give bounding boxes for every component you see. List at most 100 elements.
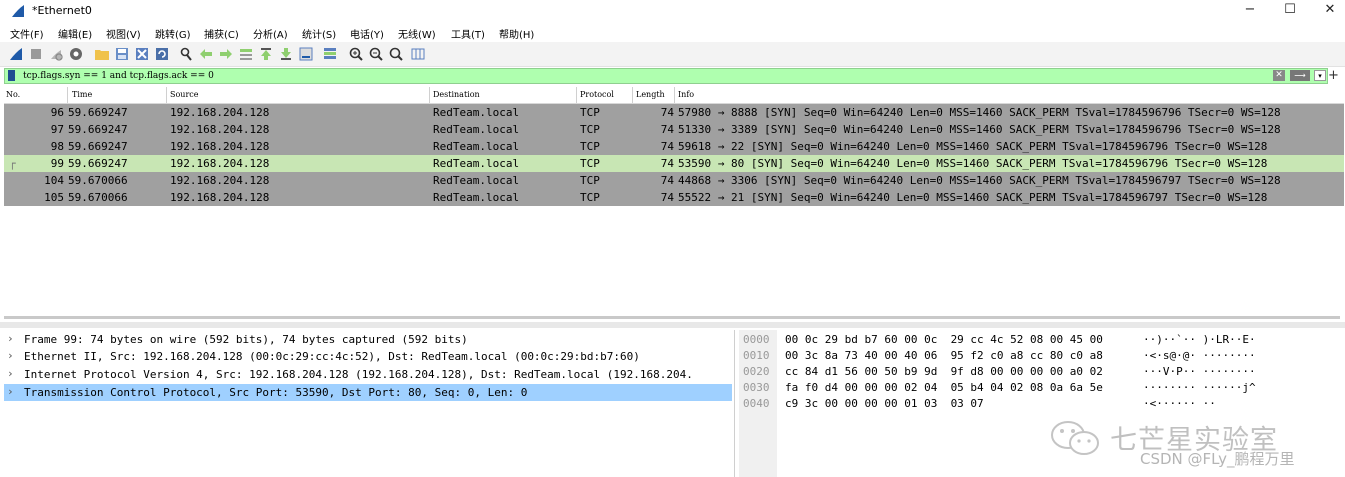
packet-info: 57980 → 8888 [SYN] Seq=0 Win=64240 Len=0… (678, 106, 1281, 119)
close-file-icon[interactable] (134, 46, 150, 62)
watermark-author: CSDN @FLy_鹏程万里 (1140, 450, 1295, 468)
stop-capture-icon[interactable] (28, 46, 44, 62)
menu-capture[interactable]: 捕获(C) (204, 26, 239, 41)
menu-analyze[interactable]: 分析(A) (253, 26, 288, 41)
chevron-right-icon[interactable]: › (7, 385, 14, 398)
bytes-row[interactable]: 0040 c9 3c 00 00 00 00 01 03 03 07 ·<···… (739, 395, 1216, 410)
packet-time: 59.669247 (68, 157, 128, 170)
colorize-icon[interactable] (322, 46, 338, 62)
packet-time: 59.670066 (68, 174, 128, 187)
packet-info: 59618 → 22 [SYN] Seq=0 Win=64240 Len=0 M… (678, 140, 1268, 153)
bytes-row[interactable]: 0010 00 3c 8a 73 40 00 40 06 95 f2 c0 a8… (739, 347, 1256, 362)
window-title: *Ethernet0 (32, 4, 92, 17)
packet-destination: RedTeam.local (433, 106, 520, 119)
chevron-right-icon[interactable]: › (7, 332, 14, 345)
pane-splitter[interactable] (0, 322, 1345, 328)
packet-list: 96 59.669247 192.168.204.128 RedTeam.loc… (4, 104, 1344, 314)
packet-no: 105 (44, 191, 64, 204)
menu-tools[interactable]: 工具(T) (451, 26, 485, 41)
packet-row[interactable]: 104 59.670066 192.168.204.128 RedTeam.lo… (4, 172, 1344, 189)
packet-protocol: TCP (580, 174, 600, 187)
bytes-offset: 0030 (743, 381, 770, 394)
column-header-length[interactable]: Length (636, 90, 665, 99)
column-header-source[interactable]: Source (170, 90, 199, 99)
start-capture-icon[interactable] (8, 46, 24, 62)
packet-row[interactable]: 98 59.669247 192.168.204.128 RedTeam.loc… (4, 138, 1344, 155)
main-toolbar (0, 42, 1345, 67)
clear-filter-icon[interactable]: ✕ (1273, 70, 1285, 81)
packet-source: 192.168.204.128 (170, 140, 270, 153)
packet-row[interactable]: 105 59.670066 192.168.204.128 RedTeam.lo… (4, 189, 1344, 206)
packet-protocol: TCP (580, 140, 600, 153)
packet-destination: RedTeam.local (433, 157, 520, 170)
packet-no: 96 (50, 106, 64, 119)
bytes-hex: fa f0 d4 00 00 00 02 04 05 b4 04 02 08 0… (785, 381, 1103, 394)
chevron-right-icon[interactable]: › (7, 367, 14, 380)
column-header-time[interactable]: Time (72, 90, 92, 99)
minimize-button[interactable]: − (1230, 0, 1270, 22)
bytes-ascii: ········ ······j^ (1143, 381, 1256, 394)
detail-tree-item-ethernet[interactable]: › Ethernet II, Src: 192.168.204.128 (00:… (4, 348, 732, 365)
filter-history-dropdown-icon[interactable]: ▾ (1314, 70, 1326, 81)
back-icon[interactable] (198, 46, 214, 62)
bytes-row[interactable]: 0030 fa f0 d4 00 00 00 02 04 05 b4 04 02… (739, 379, 1256, 394)
column-header-info[interactable]: Info (678, 90, 694, 99)
packet-list-horizontal-scrollbar[interactable] (4, 316, 1340, 319)
last-packet-icon[interactable] (278, 46, 294, 62)
packet-length: 74 (660, 106, 674, 119)
display-filter-input[interactable] (23, 69, 1253, 83)
capture-options-icon[interactable] (68, 46, 84, 62)
packet-row-selected[interactable]: ┌ 99 59.669247 192.168.204.128 RedTeam.l… (4, 155, 1344, 172)
bookmark-icon[interactable] (8, 70, 15, 81)
detail-tree-item-label: Frame 99: 74 bytes on wire (592 bits), 7… (24, 333, 468, 346)
chevron-right-icon[interactable]: › (7, 349, 14, 362)
detail-tree-item-ipv4[interactable]: › Internet Protocol Version 4, Src: 192.… (4, 366, 732, 383)
detail-tree-item-label: Ethernet II, Src: 192.168.204.128 (00:0c… (24, 350, 640, 363)
bytes-offset: 0000 (743, 333, 770, 346)
close-button[interactable]: ✕ (1310, 0, 1345, 22)
detail-tree-item-tcp[interactable]: › Transmission Control Protocol, Src Por… (4, 384, 732, 401)
menu-telephony[interactable]: 电话(Y) (350, 26, 384, 41)
packet-destination: RedTeam.local (433, 174, 520, 187)
menu-file[interactable]: 文件(F) (10, 26, 44, 41)
menu-statistics[interactable]: 统计(S) (302, 26, 336, 41)
column-header-destination[interactable]: Destination (433, 90, 480, 99)
resize-columns-icon[interactable] (410, 46, 426, 62)
packet-row[interactable]: 97 59.669247 192.168.204.128 RedTeam.loc… (4, 121, 1344, 138)
save-file-icon[interactable] (114, 46, 130, 62)
go-to-packet-icon[interactable] (238, 46, 254, 62)
apply-filter-icon[interactable]: ⟶ (1290, 70, 1310, 81)
column-header-no[interactable]: No. (6, 90, 20, 99)
zoom-in-icon[interactable] (348, 46, 364, 62)
bytes-row[interactable]: 0020 cc 84 d1 56 00 50 b9 9d 9f d8 00 00… (739, 363, 1256, 378)
menu-edit[interactable]: 编辑(E) (58, 26, 92, 41)
reload-icon[interactable] (154, 46, 170, 62)
normal-size-icon[interactable] (388, 46, 404, 62)
column-header-protocol[interactable]: Protocol (580, 90, 614, 99)
packet-info: 53590 → 80 [SYN] Seq=0 Win=64240 Len=0 M… (678, 157, 1268, 170)
packet-details-pane: › Frame 99: 74 bytes on wire (592 bits),… (4, 330, 735, 477)
menu-view[interactable]: 视图(V) (106, 26, 141, 41)
packet-time: 59.669247 (68, 123, 128, 136)
restart-capture-icon[interactable] (48, 46, 64, 62)
menu-help[interactable]: 帮助(H) (499, 26, 534, 41)
forward-icon[interactable] (218, 46, 234, 62)
first-packet-icon[interactable] (258, 46, 274, 62)
detail-tree-item-frame[interactable]: › Frame 99: 74 bytes on wire (592 bits),… (4, 331, 732, 348)
menu-go[interactable]: 跳转(G) (155, 26, 191, 41)
autoscroll-icon[interactable] (298, 46, 314, 62)
related-packet-marker-icon: ┌ (9, 157, 16, 170)
packet-row[interactable]: 96 59.669247 192.168.204.128 RedTeam.loc… (4, 104, 1344, 121)
menu-wireless[interactable]: 无线(W) (398, 26, 436, 41)
detail-tree-item-label: Transmission Control Protocol, Src Port:… (24, 386, 528, 399)
packet-protocol: TCP (580, 157, 600, 170)
zoom-out-icon[interactable] (368, 46, 384, 62)
maximize-button[interactable]: ☐ (1270, 0, 1310, 22)
add-filter-button[interactable]: + (1328, 68, 1339, 83)
packet-no: 97 (50, 123, 64, 136)
title-bar: *Ethernet0 − ☐ ✕ (0, 0, 1345, 22)
open-file-icon[interactable] (94, 46, 110, 62)
wireshark-logo-icon (12, 5, 24, 17)
find-icon[interactable] (178, 46, 194, 62)
bytes-row[interactable]: 0000 00 0c 29 bd b7 60 00 0c 29 cc 4c 52… (739, 331, 1256, 346)
